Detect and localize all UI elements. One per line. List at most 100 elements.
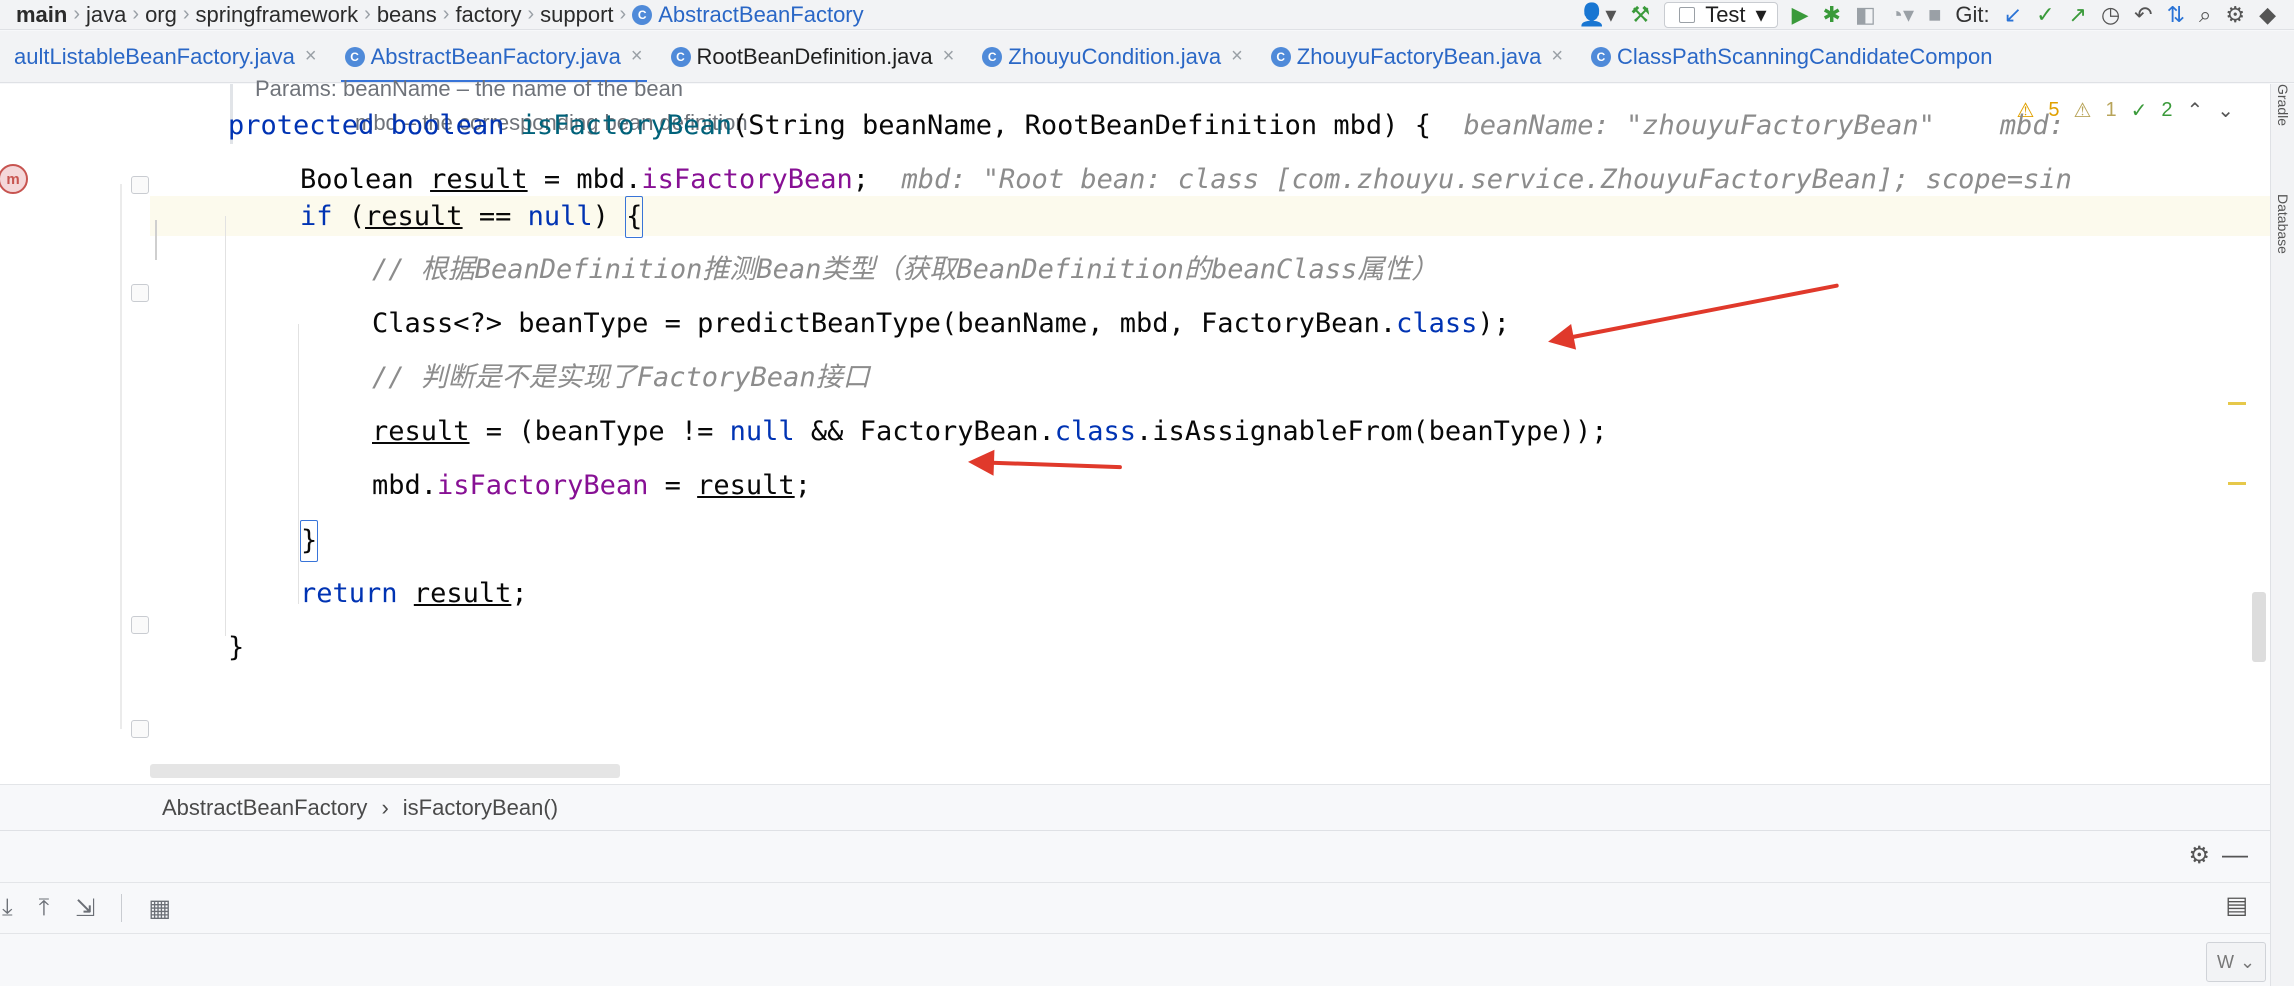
layout-icon[interactable]: ▤ xyxy=(2225,891,2248,920)
chevron-right-icon: › xyxy=(132,3,140,25)
code-comment: // 判断是不是实现了FactoryBean接口 xyxy=(372,362,870,393)
gear-icon[interactable]: ⚙ xyxy=(2188,841,2210,870)
variable-result: result xyxy=(372,416,470,447)
gradle-tool-button[interactable]: Gradle xyxy=(2275,84,2291,126)
fold-icon[interactable] xyxy=(131,176,149,194)
table-icon[interactable]: ▦ xyxy=(148,894,171,923)
close-icon[interactable]: × xyxy=(305,45,317,68)
code-line-close-if: } xyxy=(300,520,319,562)
inline-debug-hint: beanName: "zhouyuFactoryBean" mbd: xyxy=(1463,110,2065,141)
code-line-set-field: mbd.isFactoryBean = result; xyxy=(372,466,811,506)
tab-abstract-bean-factory[interactable]: C AbstractBeanFactory.java × xyxy=(331,31,657,82)
jetbrains-logo-icon[interactable]: ◆ xyxy=(2259,0,2276,30)
breadcrumb-item-java[interactable]: java xyxy=(80,2,132,28)
variable-result: result xyxy=(365,201,463,232)
keyword-return: return xyxy=(300,578,398,609)
breadcrumb-item-factory[interactable]: factory xyxy=(449,2,527,28)
breadcrumb-item-support[interactable]: support xyxy=(534,2,619,28)
code-fragment: && FactoryBean. xyxy=(794,416,1055,447)
code-fragment: = mbd. xyxy=(527,164,642,195)
profile-icon[interactable]: ◔▾ xyxy=(1890,0,1914,30)
class-icon: C xyxy=(344,46,365,67)
code-fragment: ; xyxy=(511,578,528,609)
code-breadcrumb-class[interactable]: AbstractBeanFactory xyxy=(162,795,367,821)
toolbar-divider xyxy=(121,894,123,922)
run-configuration-select[interactable]: Test ▾ xyxy=(1664,2,1778,28)
upload-icon[interactable]: ⤒ xyxy=(39,894,50,922)
fold-icon[interactable] xyxy=(131,616,149,634)
inline-debug-hint: mbd: "Root bean: class [com.zhouyu.servi… xyxy=(901,164,2072,195)
rollback-icon[interactable]: ↶ xyxy=(2134,0,2152,30)
debug-icon[interactable]: ✱ xyxy=(1823,0,1841,30)
code-fragment: ); xyxy=(1477,308,1510,339)
breadcrumb-item-main[interactable]: main xyxy=(10,2,73,28)
breadcrumb-item-class[interactable]: C AbstractBeanFactory xyxy=(626,2,869,28)
minimize-icon[interactable]: — xyxy=(2222,839,2248,870)
weak-warning-icon: ⚠ xyxy=(2073,100,2092,122)
main-toolbar: 👤▾ ⚒ Test ▾ ▶ ✱ ◧ ◔▾ ■ Git: ↙ ✓ ↗ ◷ ↶ ⇅ … xyxy=(1578,0,2294,30)
chevron-right-icon: › xyxy=(182,3,190,25)
code-fragment: Class<?> beanType = xyxy=(372,308,698,339)
close-icon[interactable]: × xyxy=(1551,45,1563,68)
keyword-null: null xyxy=(527,201,593,232)
tab-label: AbstractBeanFactory.java xyxy=(370,43,621,69)
code-fragment: ; xyxy=(794,470,811,501)
chevron-down-icon: ▾ xyxy=(1755,2,1767,27)
tab-label: RootBeanDefinition.java xyxy=(696,43,933,69)
download-icon[interactable]: ⤓ xyxy=(2,894,13,922)
user-icon[interactable]: 👤▾ xyxy=(1578,0,1616,30)
close-icon[interactable]: × xyxy=(943,45,955,68)
method-call-predictbeantype: predictBeanType xyxy=(697,308,941,339)
chevron-down-icon[interactable]: ⌄ xyxy=(2258,75,2276,82)
method-marker-icon[interactable]: m xyxy=(0,164,28,194)
variable-result: result xyxy=(697,470,795,501)
git-update-icon[interactable]: ↙ xyxy=(2004,0,2022,30)
run-configuration-label: Test xyxy=(1705,2,1746,27)
git-push-icon[interactable]: ↗ xyxy=(2069,0,2087,30)
breadcrumb-class-label: AbstractBeanFactory xyxy=(658,1,864,27)
database-tool-button[interactable]: Database xyxy=(2275,194,2291,254)
coverage-icon[interactable]: ◧ xyxy=(1855,0,1876,30)
variable-result: result xyxy=(430,164,528,195)
git-commit-icon[interactable]: ✓ xyxy=(2036,0,2054,30)
fold-icon[interactable] xyxy=(131,284,149,302)
vertical-scrollbar[interactable] xyxy=(2252,592,2266,662)
tab-root-bean-definition[interactable]: C RootBeanDefinition.java × xyxy=(657,31,969,82)
keyword-class: class xyxy=(1054,416,1137,447)
keyword-protected: protected xyxy=(228,110,375,141)
chevron-up-icon[interactable]: ⌃ xyxy=(2186,98,2203,123)
gear-icon[interactable]: ⚙ xyxy=(2225,0,2245,30)
history-icon[interactable]: ◷ xyxy=(2101,0,2120,30)
tab-zhouyu-condition[interactable]: C ZhouyuCondition.java × xyxy=(968,31,1257,82)
chevron-right-icon: › xyxy=(364,3,371,25)
doc-line-params: Params: beanName – the name of the bean xyxy=(255,76,684,101)
keyword-class: class xyxy=(1396,308,1478,339)
build-hammer-icon[interactable]: ⚒ xyxy=(1630,0,1650,30)
code-breadcrumb-method[interactable]: isFactoryBean() xyxy=(403,795,558,821)
code-editor[interactable]: m Params: beanName – the name of the bea… xyxy=(0,76,2270,784)
breadcrumb-item-org[interactable]: org xyxy=(139,2,183,28)
ide-update-icon[interactable]: ⇅ xyxy=(2167,0,2185,30)
class-icon: C xyxy=(1270,46,1291,67)
tab-zhouyu-factory-bean[interactable]: C ZhouyuFactoryBean.java × xyxy=(1257,31,1577,82)
code-line-return: return result; xyxy=(300,574,528,614)
close-icon[interactable]: × xyxy=(631,45,643,68)
tab-class-path-scanning[interactable]: C ClassPathScanningCandidateCompon xyxy=(1577,31,2006,82)
horizontal-scrollbar[interactable] xyxy=(150,764,620,778)
chevron-down-icon[interactable]: ⌄ xyxy=(2217,98,2234,123)
bottom-tool-window: ⚙ — ⤓ ⤒ ⇲ ▦ ▤ W ⌄ xyxy=(0,830,2270,986)
step-icon[interactable]: ⇲ xyxy=(75,894,95,923)
close-icon[interactable]: × xyxy=(1231,45,1243,68)
breadcrumb-item-springframework[interactable]: springframework xyxy=(190,2,365,28)
type-boolean: Boolean xyxy=(300,164,414,195)
breadcrumb-item-beans[interactable]: beans xyxy=(371,2,443,28)
search-icon[interactable]: ⌕ xyxy=(2199,0,2211,30)
stop-icon[interactable]: ■ xyxy=(1928,0,1941,30)
code-fragment: .isAssignableFrom(beanType)); xyxy=(1136,416,1608,447)
code-line-comment-predict: // 根据BeanDefinition推测Bean类型（获取BeanDefini… xyxy=(372,250,1438,290)
window-select[interactable]: W ⌄ xyxy=(2206,942,2266,982)
tab-default-listable-bean-factory[interactable]: aultListableBeanFactory.java × xyxy=(0,31,331,82)
run-icon[interactable]: ▶ xyxy=(1792,0,1809,30)
change-marker xyxy=(155,220,157,260)
fold-icon[interactable] xyxy=(131,720,149,738)
